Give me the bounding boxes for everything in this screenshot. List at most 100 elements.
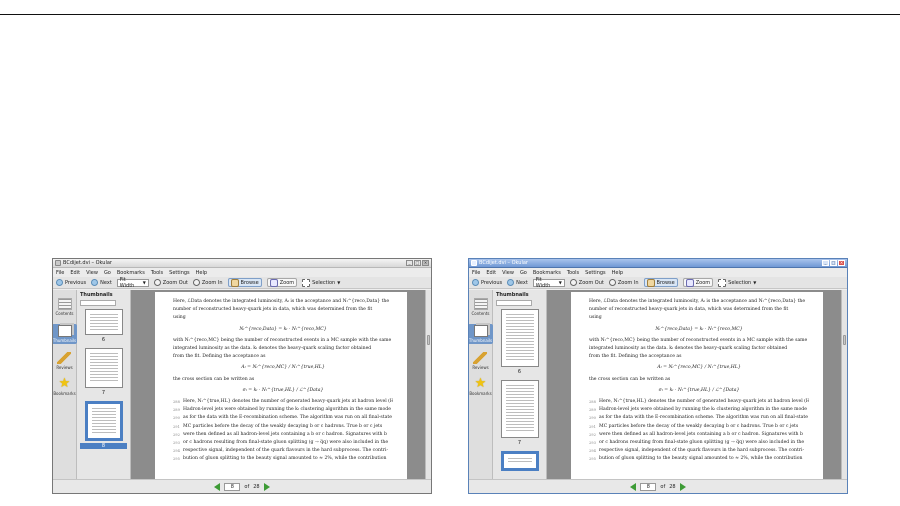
sidebar-item-bookmarks[interactable]: ★ Bookmarks [469,377,492,396]
close-button[interactable]: × [838,260,845,266]
vertical-scrollbar[interactable] [841,290,847,479]
menu-view[interactable]: View [86,270,98,276]
arrow-down-icon [507,279,515,286]
page-navigation-bar: 8 of 28 [53,479,431,493]
arrow-up-icon [472,279,479,286]
next-button[interactable]: Next [507,279,528,286]
main-toolbar: Previous Next Fit Width ▼ Zoom Out Zoom I… [469,277,847,289]
thumbnail-page[interactable] [500,380,539,438]
thumbnails-search-input[interactable] [496,300,532,306]
next-page-arrow-icon[interactable] [263,482,270,491]
thumbnails-search-input[interactable] [80,300,116,306]
zoom-select[interactable]: Fit Width ▼ [532,277,565,289]
thumbnails-panel: Thumbnails 6 7 [493,290,547,479]
sidebar-panel: Contents Thumbnails Reviews ★ Bookmarks [468,290,494,479]
selection-tool-button[interactable]: Selection ▼ [302,278,340,287]
previous-button[interactable]: Previous [472,279,502,286]
thumbnail-page[interactable] [84,309,123,335]
star-icon: ★ [58,376,71,391]
thumbnail-page[interactable] [500,309,539,367]
next-page-arrow-icon[interactable] [679,482,686,491]
sidebar-item-label: Contents [471,311,490,316]
maximize-button[interactable]: □ [830,260,837,266]
sidebar-item-label: Thumbnails [468,338,493,343]
menu-go[interactable]: Go [104,270,111,276]
menu-go[interactable]: Go [520,270,527,276]
title-bar[interactable]: BCdijet.dvi – Okular _ □ × [53,259,431,268]
scrollbar-thumb[interactable] [843,335,846,345]
minimize-button[interactable]: _ [822,260,829,266]
zoom-out-button[interactable]: Zoom Out [569,279,604,286]
line-text: Here, Nₗ^{true,HL} denotes the number of… [183,399,393,405]
text-line: with Nₗ^{reco,MC} being the number of re… [173,337,392,343]
previous-page-arrow-icon[interactable] [214,482,221,491]
selection-label: Selection [312,279,336,286]
zoom-in-icon [192,279,200,286]
menu-settings[interactable]: Settings [585,270,606,276]
line-text: MC particles before the decay of the wea… [183,423,383,429]
menu-file[interactable]: File [56,270,64,276]
numbered-line: 290 as for the data with the E-recombinat… [589,414,809,422]
close-button[interactable]: × [422,260,429,266]
previous-button[interactable]: Previous [56,279,86,286]
page-number-input[interactable]: 8 [640,482,657,491]
sidebar-item-contents[interactable]: Contents [56,298,74,316]
scrollbar-thumb[interactable] [427,335,430,345]
sidebar-item-thumbnails[interactable]: Thumbnails [53,324,78,344]
menu-help[interactable]: Help [196,270,207,276]
zoom-in-button[interactable]: Zoom In [192,279,223,286]
menu-bookmarks[interactable]: Bookmarks [533,270,561,276]
minimize-button[interactable]: _ [406,260,413,266]
document-view[interactable]: Here, ℒData denotes the integrated lumin… [547,290,847,479]
okular-app-icon [471,260,477,266]
zoom-tool-button[interactable]: Zoom [266,278,298,287]
maximize-button[interactable]: □ [414,260,421,266]
magnifier-icon [685,278,694,287]
menu-edit[interactable]: Edit [70,270,80,276]
sidebar-item-thumbnails[interactable]: Thumbnails [468,324,494,344]
page-number-input[interactable]: 8 [224,482,241,491]
previous-label: Previous [65,279,87,286]
menu-tools[interactable]: Tools [151,270,163,276]
sidebar-item-reviews[interactable]: Reviews [472,352,489,370]
thumbnail-page-selected[interactable] [84,401,123,441]
zoom-out-button[interactable]: Zoom Out [153,279,188,286]
menu-view[interactable]: View [502,270,514,276]
vertical-scrollbar[interactable] [425,290,431,479]
menu-help[interactable]: Help [612,270,623,276]
zoom-value: Fit Width [119,276,135,289]
selection-icon [302,278,311,287]
line-number: 291 [589,424,596,429]
menu-tools[interactable]: Tools [567,270,579,276]
sidebar-item-label: Bookmarks [469,391,492,396]
sidebar-item-contents[interactable]: Contents [472,298,490,316]
arrow-down-icon [91,279,99,286]
selection-tool-button[interactable]: Selection ▼ [718,278,756,287]
browse-tool-button[interactable]: Browse [227,278,262,287]
thumbnail-page[interactable] [84,348,123,388]
page-navigation-bar: 8 of 28 [469,479,847,493]
zoom-tool-button[interactable]: Zoom [682,278,714,287]
contents-icon [57,298,72,310]
line-number: 294 [589,449,596,454]
sidebar-item-label: Bookmarks [53,391,76,396]
text-line: Here, ℒData denotes the integrated lumin… [173,299,390,304]
next-button[interactable]: Next [91,279,112,286]
previous-page-arrow-icon[interactable] [630,482,637,491]
menu-edit[interactable]: Edit [486,270,496,276]
thumbnail-page-selected[interactable] [500,451,539,471]
sidebar-item-reviews[interactable]: Reviews [56,352,73,370]
equation: Nₗ^{reco,Data} = kₗ · Nₗ^{reco,MC} [239,326,327,332]
title-bar[interactable]: BCdijet.dvi – Okular _ □ × [469,259,847,268]
zoom-in-button[interactable]: Zoom In [608,279,639,286]
sidebar-item-bookmarks[interactable]: ★ Bookmarks [53,376,76,396]
menu-bookmarks[interactable]: Bookmarks [117,270,145,276]
menu-settings[interactable]: Settings [169,270,190,276]
browse-tool-button[interactable]: Browse [643,278,678,287]
menu-file[interactable]: File [472,270,480,276]
document-page: Here, ℒData denotes the integrated lumin… [571,292,823,479]
line-text: or c hadrons resulting from final-state … [183,440,389,446]
document-view[interactable]: Here, ℒData denotes the integrated lumin… [131,290,431,479]
thumbnail-number: 6 [517,369,522,375]
zoom-select[interactable]: Fit Width ▼ [116,276,149,289]
